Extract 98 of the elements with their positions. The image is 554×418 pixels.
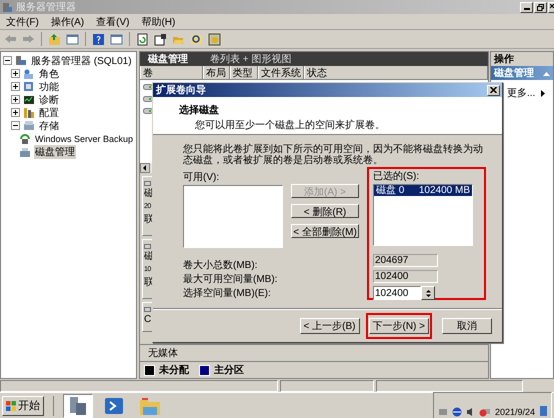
minus-icon: [3, 56, 12, 65]
node-icon: [23, 80, 35, 92]
list-button[interactable]: < 全部删除(M): [291, 224, 359, 238]
plus-icon: [11, 69, 20, 78]
step-title: 选择磁盘: [179, 104, 220, 117]
minimize-button[interactable]: [520, 2, 533, 12]
tree-item[interactable]: 功能: [38, 80, 60, 94]
list-item[interactable]: 磁盘 0 102400 MB: [374, 185, 472, 196]
tree-item[interactable]: 配置: [38, 106, 60, 120]
node-icon: [19, 146, 31, 158]
menu-item[interactable]: 查看(V): [90, 14, 136, 28]
expander[interactable]: [11, 108, 20, 117]
wizard-button[interactable]: 取消: [442, 318, 492, 334]
field-label: 可用(V):: [183, 172, 220, 184]
properties-icon: [154, 32, 167, 46]
node-icon: [23, 120, 35, 132]
menu-item[interactable]: 文件(F): [0, 14, 45, 28]
node-icon: [23, 94, 35, 106]
number-field[interactable]: 102400: [373, 286, 421, 300]
expander[interactable]: [11, 121, 20, 130]
expander[interactable]: [11, 69, 20, 78]
column-header[interactable]: 卷: [140, 66, 203, 79]
restore-button[interactable]: [534, 2, 547, 12]
tree-item[interactable]: 服务器管理器 (SQL01): [30, 54, 133, 68]
window-title: 服务器管理器: [16, 1, 76, 14]
search-icon: [190, 32, 203, 46]
server-icon: [67, 394, 89, 416]
actions-header: 操作: [491, 52, 553, 66]
start-button[interactable]: 开始: [2, 396, 44, 416]
server-icon: [2, 2, 13, 12]
column-header[interactable]: 类型: [230, 66, 258, 79]
field-label: 卷大小总数(MB):: [183, 259, 258, 273]
node-icon: [23, 68, 35, 80]
readonly-field: 204697: [373, 254, 438, 267]
legend-label: 主分区: [214, 363, 244, 377]
field-label: 选择空间量(MB)(E):: [183, 287, 272, 301]
field-label: 最大可用空间量(MB):: [183, 273, 278, 287]
column-header[interactable]: 状态: [304, 66, 488, 79]
spin-button[interactable]: [421, 286, 435, 300]
minus-icon: [11, 121, 20, 130]
pane-title: 磁盘管理: [148, 52, 188, 66]
speaker-icon: [466, 406, 475, 416]
close-button[interactable]: [487, 84, 500, 96]
action-link[interactable]: 更多...: [507, 86, 536, 100]
expander[interactable]: [3, 56, 12, 65]
tree-item[interactable]: 磁盘管理: [34, 144, 76, 158]
clock-date: 2021/9/24: [494, 406, 535, 416]
folder-up-icon: [48, 32, 61, 46]
tree-item[interactable]: 存储: [38, 118, 60, 132]
tree-item[interactable]: Windows Server Backup: [34, 134, 134, 144]
windows-flag-icon: [6, 400, 16, 410]
selected-list[interactable]: 磁盘 0 102400 MB: [373, 184, 473, 246]
dialog-title: 扩展卷向导: [156, 83, 206, 97]
close-icon: [490, 87, 497, 93]
wizard-button[interactable]: 下一步(N) >: [368, 318, 429, 334]
back-arrow-icon: [4, 32, 17, 46]
wizard-button[interactable]: < 上一步(B): [300, 318, 360, 334]
column-header[interactable]: 文件系统: [258, 66, 304, 79]
pane-icon: [110, 32, 123, 46]
up-down-arrows-icon: [426, 288, 430, 298]
close-icon: [550, 4, 554, 10]
disk-status: 无媒体: [148, 347, 178, 360]
node-icon: [19, 132, 31, 144]
refresh-icon: [136, 32, 149, 46]
toolbar-button[interactable]: [91, 32, 106, 46]
disk-text: C: [144, 314, 152, 325]
column-header[interactable]: 布局: [202, 66, 230, 79]
available-list[interactable]: [183, 185, 283, 248]
actions-section[interactable]: 磁盘管理: [491, 66, 553, 80]
readonly-field: 102400: [373, 270, 438, 283]
node-icon: [15, 54, 27, 66]
taskbar-button[interactable]: [63, 394, 93, 418]
menu-item[interactable]: 操作(A): [44, 14, 90, 28]
toolbar-button[interactable]: [153, 32, 168, 46]
restore-icon: [537, 4, 544, 10]
legend-label: 未分配: [159, 364, 189, 377]
tree-item[interactable]: 角色: [38, 66, 60, 80]
field-label: 已选的(S):: [373, 171, 420, 183]
node-icon: [23, 106, 35, 118]
expander[interactable]: [11, 82, 20, 91]
forward-arrow-icon: [22, 32, 35, 46]
section-title: 磁盘管理: [494, 66, 534, 80]
plus-icon: [11, 95, 20, 104]
submenu-arrow-icon: [541, 90, 546, 96]
toolbar-button[interactable]: [135, 32, 150, 46]
plus-icon: [11, 82, 20, 91]
collapse-icon: [543, 70, 550, 76]
help-icon: [92, 32, 105, 46]
info-text: 您只能将此卷扩展到如下所示的可用空间，因为不能将磁盘转换为动态磁盘，或者被扩展的卷是启动卷或系统卷。: [183, 144, 483, 166]
pane-icon: [66, 32, 79, 46]
tree-item[interactable]: 诊断: [38, 92, 60, 106]
plus-icon: [11, 108, 20, 117]
step-description: 您可以用至少一个磁盘上的空间来扩展卷。: [194, 118, 386, 132]
close-button[interactable]: [548, 2, 554, 12]
expander[interactable]: [11, 95, 20, 104]
view-label: 卷列表 + 图形视图: [210, 52, 292, 66]
menu-item[interactable]: 帮助(H): [135, 14, 182, 28]
list-button[interactable]: < 删除(R): [291, 204, 359, 218]
